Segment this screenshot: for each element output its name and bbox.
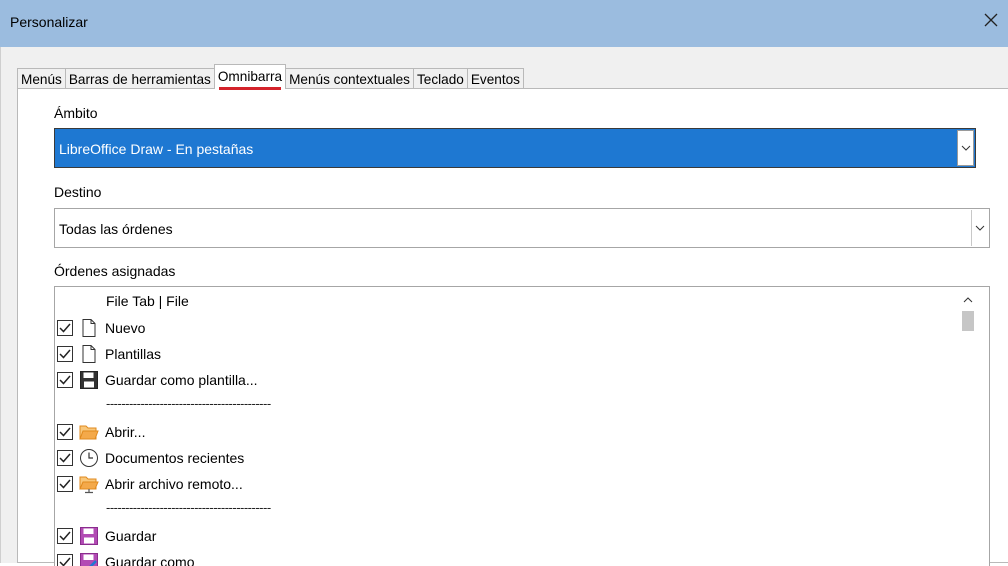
new-document-icon	[79, 318, 99, 338]
remote-folder-icon	[79, 474, 99, 494]
checkbox-checked-icon[interactable]	[57, 424, 73, 440]
target-dropdown[interactable]: Todas las órdenes	[54, 208, 990, 248]
separator: ----------------------------------------…	[106, 396, 271, 411]
tab-toolbars[interactable]: Barras de herramientas	[65, 68, 215, 89]
templates-icon	[79, 344, 99, 364]
list-item-label: Abrir...	[105, 424, 145, 440]
list-item[interactable]: Guardar como	[55, 549, 955, 566]
checkbox-checked-icon[interactable]	[57, 320, 73, 336]
list-item[interactable]: Documentos recientes	[55, 445, 955, 471]
scroll-thumb[interactable]	[962, 311, 974, 331]
assigned-commands-list[interactable]: File Tab | File Nuevo Plantillas Guardar…	[54, 286, 990, 566]
list-item[interactable]: Nuevo	[55, 315, 955, 341]
checkbox-checked-icon[interactable]	[57, 372, 73, 388]
scope-value: LibreOffice Draw - En pestañas	[59, 141, 253, 157]
save-template-icon	[79, 370, 99, 390]
list-item[interactable]: Guardar	[55, 523, 955, 549]
tab-context-menus[interactable]: Menús contextuales	[285, 68, 414, 89]
save-as-icon	[79, 552, 99, 566]
scroll-up-button[interactable]	[959, 291, 977, 309]
target-label: Destino	[54, 184, 101, 200]
scope-dropdown[interactable]: LibreOffice Draw - En pestañas	[54, 128, 976, 168]
list-item[interactable]: Plantillas	[55, 341, 955, 367]
list-item[interactable]: Abrir archivo remoto...	[55, 471, 955, 497]
list-item-label: Nuevo	[105, 320, 145, 336]
close-button[interactable]	[976, 5, 1006, 35]
tab-keyboard[interactable]: Teclado	[413, 68, 468, 89]
assigned-commands-label: Órdenes asignadas	[54, 263, 175, 279]
checkbox-checked-icon[interactable]	[57, 554, 73, 566]
scope-label: Ámbito	[54, 105, 98, 121]
tab-menus[interactable]: Menús	[17, 68, 66, 89]
list-item[interactable]: Abrir...	[55, 419, 955, 445]
checkbox-checked-icon[interactable]	[57, 476, 73, 492]
chevron-up-icon	[963, 297, 973, 303]
group-header-row: File Tab | File	[55, 289, 955, 315]
list-item-label: Plantillas	[105, 346, 161, 362]
scope-dropdown-arrow[interactable]	[957, 130, 974, 166]
list-item-label: Guardar	[105, 528, 156, 544]
list-item-label: Guardar como plantilla...	[105, 372, 258, 388]
list-item-label: Guardar como	[105, 554, 194, 566]
list-item-label: Abrir archivo remoto...	[105, 476, 243, 492]
target-value: Todas las órdenes	[59, 221, 173, 237]
group-header: File Tab | File	[106, 293, 189, 309]
separator: ----------------------------------------…	[106, 500, 271, 515]
separator-row: ----------------------------------------…	[55, 497, 955, 523]
list-item-label: Documentos recientes	[105, 450, 244, 466]
tab-events[interactable]: Eventos	[467, 68, 524, 89]
open-folder-icon	[79, 422, 99, 442]
list-item[interactable]: Guardar como plantilla...	[55, 367, 955, 393]
chevron-down-icon	[961, 145, 971, 151]
title-bar: Personalizar	[0, 0, 1008, 47]
vertical-scrollbar[interactable]	[959, 289, 977, 566]
separator-row: ----------------------------------------…	[55, 393, 955, 419]
target-dropdown-arrow[interactable]	[971, 210, 988, 246]
tab-strip: Menús Barras de herramientas Omnibarra M…	[17, 65, 523, 89]
clock-icon	[79, 448, 99, 468]
checkbox-checked-icon[interactable]	[57, 450, 73, 466]
checkbox-checked-icon[interactable]	[57, 346, 73, 362]
save-icon	[79, 526, 99, 546]
close-icon	[984, 13, 998, 27]
window-title: Personalizar	[10, 14, 88, 30]
chevron-down-icon	[975, 225, 985, 231]
tab-notebookbar[interactable]: Omnibarra	[214, 64, 286, 89]
checkbox-checked-icon[interactable]	[57, 528, 73, 544]
